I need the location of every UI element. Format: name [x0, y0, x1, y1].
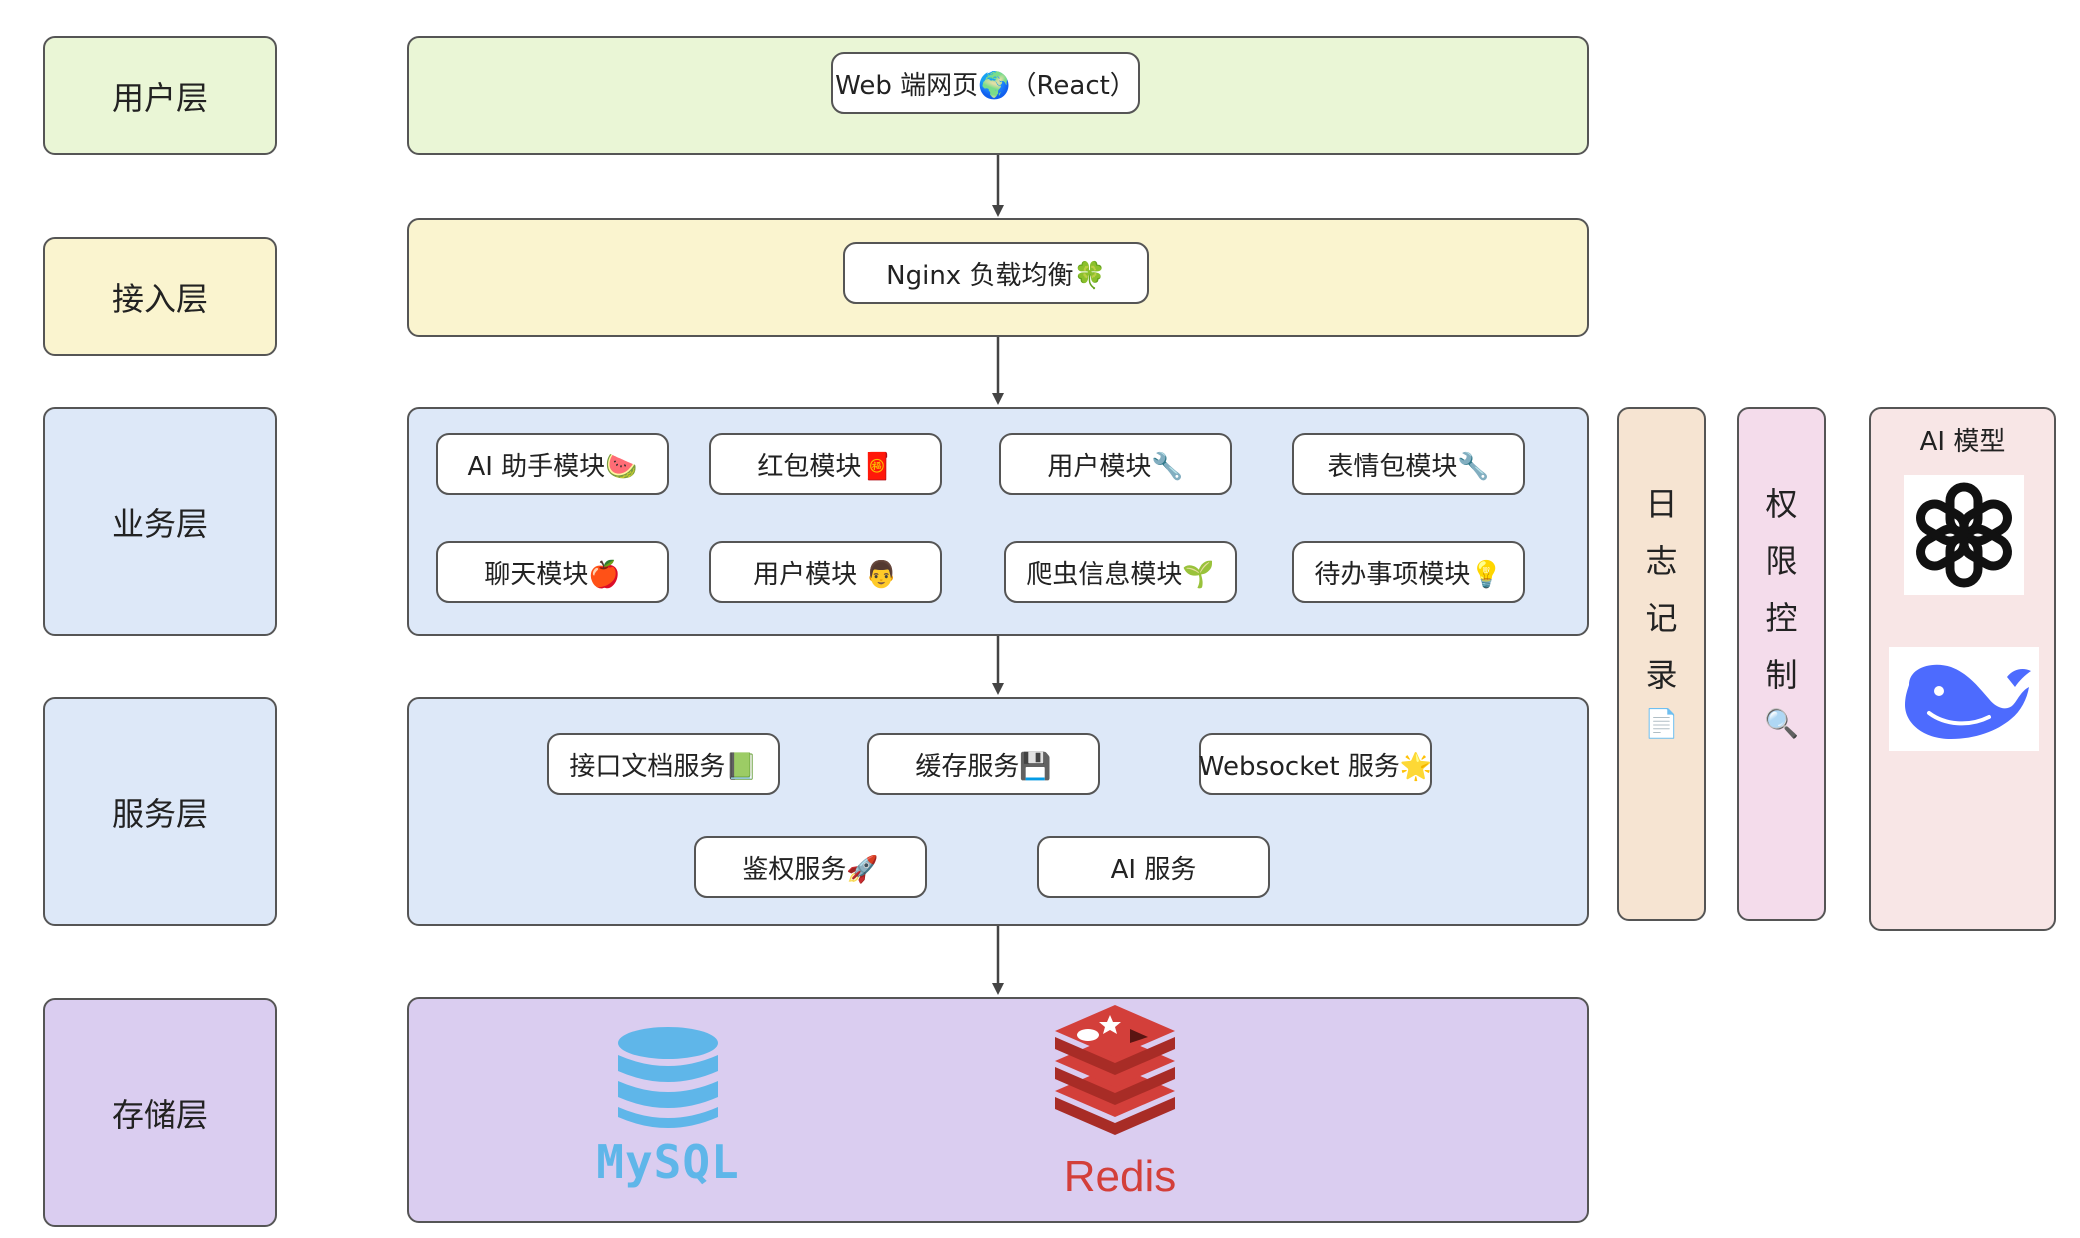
- layer-label-business: 业务层: [43, 407, 277, 636]
- service-cache: 缓存服务💾: [867, 733, 1100, 795]
- arrow-business-to-service: [992, 636, 1004, 695]
- log-icon: 📄: [1644, 707, 1679, 740]
- service-ai: AI 服务: [1037, 836, 1270, 898]
- module-user-a: 用户模块🔧: [999, 433, 1232, 495]
- arrow-access-to-business: [992, 337, 1004, 405]
- module-sticker: 表情包模块🔧: [1292, 433, 1525, 495]
- arrow-user-to-access: [992, 155, 1004, 217]
- permission-char-1: 权: [1765, 485, 1798, 523]
- arrow-service-to-storage: [992, 926, 1004, 995]
- permission-char-4: 制: [1765, 656, 1798, 694]
- service-auth: 鉴权服务🚀: [694, 836, 927, 898]
- permission-column: 权 限 控 制 🔍: [1737, 407, 1826, 921]
- log-char-3: 记: [1645, 599, 1678, 637]
- layer-label-storage: 存储层: [43, 998, 277, 1227]
- log-column: 日 志 记 录 📄: [1617, 407, 1706, 921]
- permission-icon: 🔍: [1764, 707, 1799, 740]
- module-chat: 聊天模块🍎: [436, 541, 669, 603]
- openai-logo-icon: [1916, 482, 2012, 588]
- ai-model-column: AI 模型: [1869, 407, 2056, 931]
- layer-label-service: 服务层: [43, 697, 277, 926]
- service-websocket: Websocket 服务🌟: [1199, 733, 1432, 795]
- layer-label-access: 接入层: [43, 237, 277, 356]
- module-ai-assistant: AI 助手模块🍉: [436, 433, 669, 495]
- ai-model-title: AI 模型: [1919, 427, 2006, 457]
- log-char-1: 日: [1645, 485, 1678, 523]
- service-layer-box: [407, 697, 1589, 926]
- deepseek-logo: [1889, 647, 2039, 751]
- openai-logo: [1904, 475, 2024, 595]
- module-user-b: 用户模块 👨: [709, 541, 942, 603]
- layer-label-user: 用户层: [43, 36, 277, 155]
- log-char-4: 录: [1645, 656, 1678, 694]
- module-todo: 待办事项模块💡: [1292, 541, 1525, 603]
- redis-logo: Redis: [1040, 1005, 1200, 1205]
- service-api-docs: 接口文档服务📗: [547, 733, 780, 795]
- mysql-logo: MySQL: [583, 1025, 753, 1191]
- module-crawler: 爬虫信息模块🌱: [1004, 541, 1237, 603]
- deepseek-whale-icon: [1905, 664, 2031, 739]
- permission-char-3: 控: [1765, 599, 1798, 637]
- module-red-packet: 红包模块🧧: [709, 433, 942, 495]
- log-char-2: 志: [1645, 542, 1678, 580]
- nginx-node: Nginx 负载均衡🍀: [843, 242, 1149, 304]
- mysql-database-icon: [618, 1027, 718, 1128]
- web-frontend-node: Web 端网页🌍（React）: [831, 52, 1140, 114]
- redis-label: Redis: [1063, 1152, 1177, 1201]
- redis-logo-icon: [1055, 1005, 1175, 1135]
- mysql-label: MySQL: [596, 1135, 740, 1189]
- permission-char-2: 限: [1765, 542, 1798, 580]
